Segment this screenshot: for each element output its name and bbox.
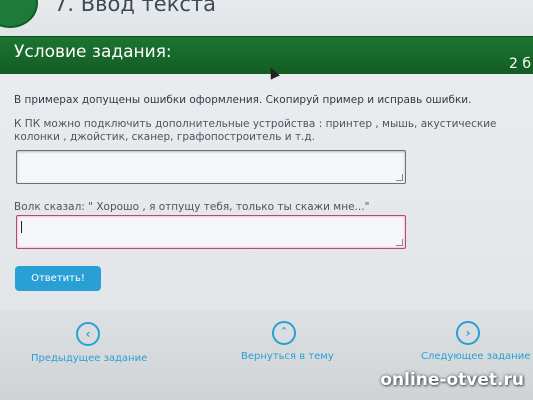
task-content: В примерах допущены ошибки оформления. С… (0, 74, 533, 310)
chevron-up-icon[interactable]: ˆ (272, 321, 296, 345)
answer-button[interactable]: Ответить! (15, 266, 101, 291)
watermark: online-otvet.ru (380, 370, 524, 390)
logo-icon (0, 0, 38, 28)
task-header-title: Условие задания: (14, 42, 172, 62)
resize-handle-icon[interactable] (396, 239, 403, 246)
answer-input-2[interactable] (16, 215, 406, 249)
text-caret (21, 221, 22, 233)
footer-nav: ‹ Предыдущее задание ˆ Вернуться в тему … (0, 310, 533, 400)
example-2-text: Волк сказал: " Хорошо , я отпущу тебя, т… (14, 201, 370, 213)
points-badge: 2 б (509, 56, 531, 72)
answer-input-1[interactable] (16, 150, 406, 184)
chevron-left-icon[interactable]: ‹ (76, 322, 100, 346)
page-title: 7. Ввод текста (54, 0, 217, 16)
prev-task-link[interactable]: Предыдущее задание (31, 353, 147, 364)
resize-handle-icon[interactable] (396, 174, 403, 181)
task-instruction: В примерах допущены ошибки оформления. С… (14, 94, 472, 106)
top-bar: 7. Ввод текста (0, 0, 533, 36)
next-task-link[interactable]: Следующее задание (421, 351, 530, 362)
back-to-topic-link[interactable]: Вернуться в тему (241, 351, 334, 362)
chevron-right-icon[interactable]: › (456, 321, 480, 345)
example-1-text: К ПК можно подключить дополнительные уст… (14, 118, 497, 143)
